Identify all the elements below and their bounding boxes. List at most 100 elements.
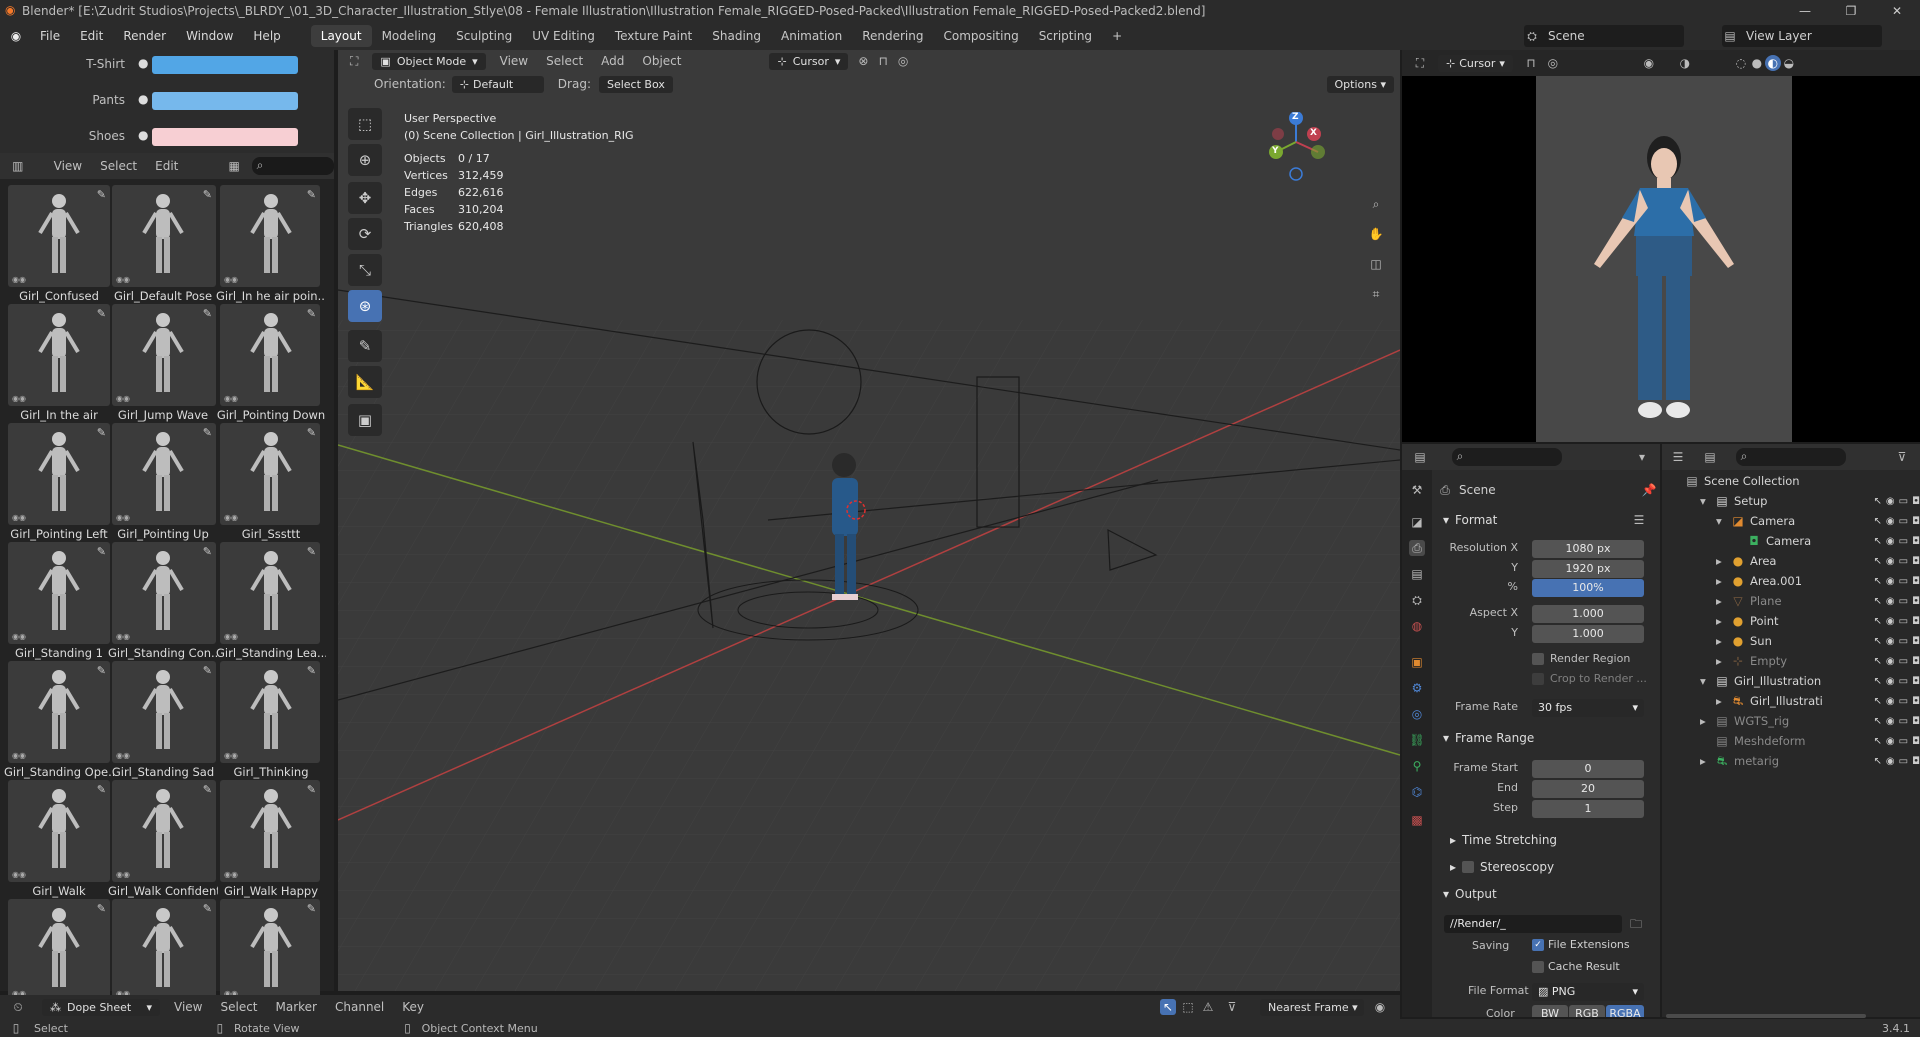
asset-thumbnail[interactable]: ✎ ◉◉ (112, 542, 216, 644)
expand-arrow-icon[interactable]: ▾ (1700, 674, 1714, 688)
viewport-toggle-icon[interactable]: ▭ (1899, 736, 1908, 747)
edit-icon[interactable]: ✎ (97, 307, 106, 320)
asset-thumbnail[interactable]: ✎ ◉◉ (112, 780, 216, 882)
menu-window[interactable]: Window (176, 29, 243, 43)
file-extensions-checkbox[interactable]: ✓ File Extensions (1532, 938, 1630, 951)
mode-dropdown[interactable]: ▣ Object Mode ▾ (372, 52, 486, 70)
add-workspace-button[interactable]: + (1102, 25, 1132, 47)
expand-arrow-icon[interactable]: ▾ (1716, 514, 1730, 528)
transform-tool[interactable]: ⊛ (348, 290, 382, 322)
viewport-menu-add[interactable]: Add (601, 54, 624, 68)
render-toggle-icon[interactable]: ◘ (1912, 736, 1920, 747)
eye-icon[interactable]: ◉ (1886, 636, 1895, 647)
edit-icon[interactable]: ✎ (97, 426, 106, 439)
rendered-shading-icon[interactable]: ◒ (1781, 55, 1797, 71)
tab-texture-paint[interactable]: Texture Paint (605, 25, 702, 47)
outliner-row[interactable]: ◘ Camera ↖ ◉ ▭ ◘ (1732, 531, 1920, 551)
timeline-menu-channel[interactable]: Channel (335, 1000, 384, 1014)
select-toggle-icon[interactable]: ↖ (1874, 536, 1882, 547)
shoes-color-swatch[interactable] (152, 128, 298, 146)
select-toggle-icon[interactable]: ↖ (1874, 636, 1882, 647)
pivot-dropdown[interactable]: ⊹ Cursor ▾ (1438, 54, 1513, 72)
outliner-row[interactable]: ▸ ⛐ metarig ↖ ◉ ▭ ◘ (1700, 751, 1920, 771)
outliner-row[interactable]: ▤ Meshdeform ↖ ◉ ▭ ◘ (1700, 731, 1920, 751)
asset-thumbnail[interactable]: ✎ ◉◉ (8, 661, 110, 763)
expand-arrow-icon[interactable]: ▸ (1716, 654, 1730, 668)
asset-menu-edit[interactable]: Edit (155, 159, 178, 173)
tab-uv-editing[interactable]: UV Editing (522, 25, 605, 47)
outliner-row[interactable]: ▸ ⊹ Empty ↖ ◉ ▭ ◘ (1716, 651, 1920, 671)
edit-icon[interactable]: ✎ (203, 426, 212, 439)
camera-preview-editor[interactable]: ⛶ ⊹ Cursor ▾ ⊓ ◎ ◉ ◑ ◌ ● ◐ ◒ (1402, 50, 1920, 442)
asset-thumbnail[interactable]: ✎ ◉◉ (8, 780, 110, 882)
outliner-row[interactable]: ▸ ● Point ↖ ◉ ▭ ◘ (1716, 611, 1920, 631)
select-toggle-icon[interactable]: ↖ (1874, 496, 1882, 507)
render-toggle-icon[interactable]: ◘ (1912, 496, 1920, 507)
viewport-toggle-icon[interactable]: ▭ (1899, 556, 1908, 567)
asset-menu-select[interactable]: Select (100, 159, 137, 173)
eye-icon[interactable]: ◉ (1886, 596, 1895, 607)
blender-menu-icon[interactable]: ◉ (8, 28, 24, 44)
eye-icon[interactable]: ◉ (1886, 536, 1895, 547)
frame-end-field[interactable]: 20 (1532, 780, 1644, 798)
edit-icon[interactable]: ✎ (203, 545, 212, 558)
measure-tool[interactable]: 📐 (348, 366, 382, 398)
color-mode-rgba[interactable]: RGBA (1606, 1005, 1644, 1017)
modifier-tab-icon[interactable]: ⚙ (1409, 680, 1425, 696)
eye-icon[interactable]: ◉ (1886, 716, 1895, 727)
edit-icon[interactable]: ✎ (203, 664, 212, 677)
asset-thumbnail[interactable]: ✎ ◉◉ (112, 423, 216, 525)
viewport-toggle-icon[interactable]: ▭ (1899, 756, 1908, 767)
keyframe-dot-icon[interactable]: ● (138, 92, 148, 106)
texture-tab-icon[interactable]: ▩ (1409, 812, 1425, 828)
tab-modeling[interactable]: Modeling (372, 25, 447, 47)
eye-icon[interactable]: ◉ (1886, 516, 1895, 527)
transform-orientation-dropdown[interactable]: ⊹ Cursor ▾ (769, 52, 849, 70)
render-toggle-icon[interactable]: ◘ (1912, 596, 1920, 607)
viewport-toggle-icon[interactable]: ▭ (1899, 536, 1908, 547)
orientation-dropdown[interactable]: ⊹ Default (451, 75, 544, 93)
asset-thumbnail[interactable]: ✎ ◉◉ (220, 899, 320, 1001)
asset-thumbnail[interactable]: ✎ ◉◉ (112, 899, 216, 1001)
output-panel-header[interactable]: ▾ Output (1437, 883, 1647, 905)
expand-arrow-icon[interactable]: ▸ (1700, 714, 1714, 728)
edit-icon[interactable]: ✎ (203, 783, 212, 796)
outliner-row[interactable]: ▸ ⛐ Girl_Illustrati ↖ ◉ ▭ ◘ (1716, 691, 1920, 711)
edit-icon[interactable]: ✎ (97, 902, 106, 915)
edit-icon[interactable]: ✎ (97, 188, 106, 201)
timeline-menu-key[interactable]: Key (402, 1000, 424, 1014)
render-toggle-icon[interactable]: ◘ (1912, 656, 1920, 667)
presets-icon[interactable]: ☰ (1631, 512, 1647, 528)
select-toggle-icon[interactable]: ↖ (1874, 676, 1882, 687)
frame-rate-dropdown[interactable]: 30 fps ▾ (1532, 699, 1644, 717)
eye-icon[interactable]: ◉ (1886, 736, 1895, 747)
edit-icon[interactable]: ✎ (307, 783, 316, 796)
editor-type-icon[interactable]: ▥ (10, 158, 26, 174)
viewport-menu-view[interactable]: View (500, 54, 528, 68)
eye-icon[interactable]: ◉ (1886, 756, 1895, 767)
viewport-toggle-icon[interactable]: ▭ (1899, 496, 1908, 507)
chevron-down-icon[interactable]: ▾ (1634, 449, 1650, 465)
editor-type-icon[interactable]: ▤ (1412, 449, 1428, 465)
asset-search-input[interactable]: ⌕ (252, 157, 335, 175)
render-region-checkbox[interactable]: Render Region (1532, 652, 1630, 665)
select-toggle-icon[interactable]: ↖ (1874, 756, 1882, 767)
viewport-toggle-icon[interactable]: ▭ (1899, 516, 1908, 527)
camera-view-icon[interactable]: ◫ (1368, 256, 1384, 272)
edit-icon[interactable]: ✎ (307, 426, 316, 439)
expand-arrow-icon[interactable]: ▸ (1716, 694, 1730, 708)
cursor-tool[interactable]: ⊕ (348, 144, 382, 176)
frame-step-field[interactable]: 1 (1532, 800, 1644, 818)
eye-icon[interactable]: ◉ (1886, 556, 1895, 567)
render-toggle-icon[interactable]: ◘ (1912, 756, 1920, 767)
zoom-icon[interactable]: ⌕ (1368, 196, 1384, 212)
editor-type-icon[interactable]: ⏲ (10, 999, 26, 1015)
add-cube-tool[interactable]: ▣ (348, 404, 382, 436)
options-dropdown[interactable]: Options ▾ (1326, 75, 1394, 93)
eye-icon[interactable]: ◉ (1886, 576, 1895, 587)
viewport-menu-select[interactable]: Select (546, 54, 583, 68)
asset-thumbnail[interactable]: ✎ ◉◉ (220, 780, 320, 882)
hand-pan-icon[interactable]: ✋ (1368, 226, 1384, 242)
edit-icon[interactable]: ✎ (97, 783, 106, 796)
expand-arrow-icon[interactable]: ▸ (1716, 554, 1730, 568)
